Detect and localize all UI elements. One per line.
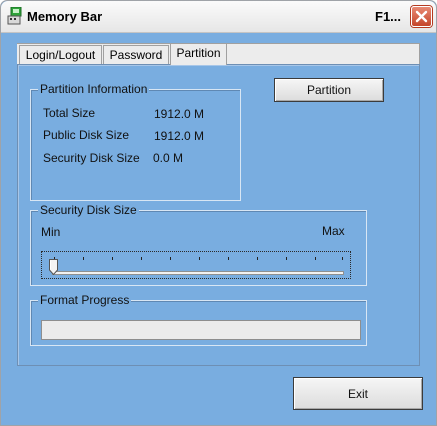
- security-disk-size-group-label: Security Disk Size: [38, 203, 139, 217]
- slider-tick: [112, 257, 113, 260]
- partition-info-group-label: Partition Information: [38, 82, 150, 96]
- slider-min-label: Min: [41, 225, 61, 239]
- slider-tick: [342, 257, 343, 260]
- tab-partition[interactable]: Partition: [170, 43, 227, 65]
- slider-tick: [170, 257, 171, 260]
- title-bar[interactable]: Memory Bar F1...: [1, 1, 436, 33]
- format-progress-bar: [41, 320, 361, 340]
- format-progress-group-label: Format Progress: [38, 293, 132, 307]
- public-disk-size-value: 1912.0 M: [154, 129, 205, 143]
- slider-tick: [83, 257, 84, 260]
- tab-login-logout-label: Login/Logout: [25, 48, 96, 62]
- slider-tick: [199, 257, 200, 260]
- total-size-label: Total Size: [43, 106, 96, 120]
- slider-tick: [286, 257, 287, 260]
- slider-max-label: Max: [322, 224, 345, 238]
- security-disk-size-label: Security Disk Size: [43, 151, 140, 165]
- public-disk-size-label: Public Disk Size: [43, 128, 130, 142]
- slider-track[interactable]: [52, 271, 344, 275]
- slider-tick: [141, 257, 142, 260]
- exit-button[interactable]: Exit: [293, 377, 423, 410]
- window-title-suffix: F1...: [375, 9, 402, 24]
- tab-password[interactable]: Password: [103, 45, 169, 65]
- slider-tick: [257, 257, 258, 260]
- close-x-icon: [415, 10, 428, 23]
- security-disk-size-value: 0.0 M: [153, 151, 184, 165]
- security-disk-size-slider[interactable]: [41, 251, 351, 279]
- window-title: Memory Bar: [27, 9, 103, 24]
- partition-button[interactable]: Partition: [274, 78, 384, 102]
- memory-bar-window: Memory Bar F1... Login/Logout Password P…: [0, 0, 437, 426]
- memory-bar-app-icon: [7, 6, 23, 25]
- slider-thumb-icon[interactable]: [49, 259, 58, 278]
- slider-tick: [228, 257, 229, 260]
- tab-login-logout[interactable]: Login/Logout: [19, 45, 102, 65]
- close-button[interactable]: [411, 6, 432, 27]
- tab-partition-label: Partition: [176, 46, 221, 60]
- slider-tick: [315, 257, 316, 260]
- total-size-value: 1912.0 M: [154, 107, 205, 121]
- tab-password-label: Password: [109, 48, 163, 62]
